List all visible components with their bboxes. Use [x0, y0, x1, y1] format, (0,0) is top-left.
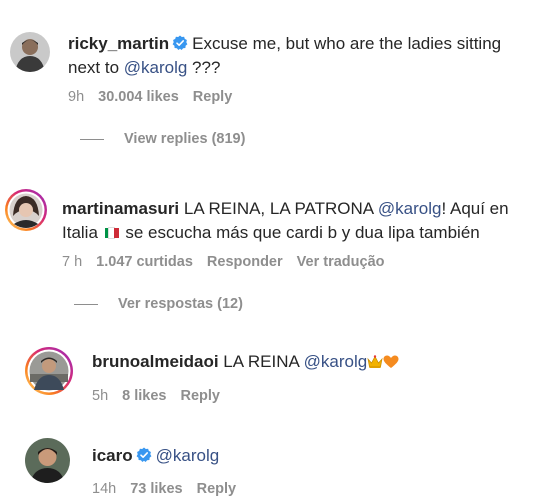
timestamp: 14h	[92, 481, 117, 497]
divider-line	[74, 303, 98, 305]
likes-count[interactable]: 30.004 likes	[98, 89, 179, 105]
comment-text: next to	[68, 58, 124, 77]
likes-count[interactable]: 73 likes	[130, 481, 182, 497]
italy-flag-icon	[104, 227, 119, 239]
avatar[interactable]	[25, 438, 70, 483]
comment-meta: 9h 30.004 likes Reply	[68, 88, 246, 106]
comment-text: Excuse me, but who are the ladies sittin…	[192, 34, 502, 53]
comment-text-line-1: martinamasuri LA REINA, LA PATRONA @karo…	[62, 197, 509, 220]
comment-text: se escucha más que cardi b y dua lipa ta…	[120, 223, 480, 242]
mention-link[interactable]: @karolg	[124, 58, 188, 77]
view-replies-label: View replies (819)	[124, 131, 246, 147]
comment-text-line-2: next to @karolg ???	[68, 56, 220, 79]
comment-text: Italia	[62, 223, 103, 242]
mention-link[interactable]: @karolg	[156, 446, 220, 465]
view-replies-label: Ver respostas (12)	[118, 296, 243, 312]
comment-ricky-martin: ricky_martin Excuse me, but who are the l…	[0, 0, 542, 165]
view-replies-button[interactable]: View replies (819)	[80, 130, 245, 148]
timestamp: 7 h	[62, 254, 83, 270]
comment-text-line-2: Italia se escucha más que cardi b y dua …	[62, 221, 480, 244]
comment-martinamasuri: martinamasuri LA REINA, LA PATRONA @karo…	[0, 165, 542, 335]
username[interactable]: ricky_martin	[68, 34, 169, 53]
avatar[interactable]	[4, 188, 48, 232]
reply-button[interactable]: Reply	[180, 388, 220, 404]
view-replies-button[interactable]: Ver respostas (12)	[74, 295, 243, 313]
verified-badge-icon	[136, 447, 152, 463]
verified-badge-icon	[172, 35, 188, 51]
comment-text: LA REINA, LA PATRONA	[179, 199, 378, 218]
comment-text: LA REINA	[218, 352, 304, 371]
username[interactable]: martinamasuri	[62, 199, 179, 218]
crown-emoji-icon	[367, 352, 383, 375]
timestamp: 5h	[92, 388, 109, 404]
mention-link[interactable]: @karolg	[304, 352, 368, 371]
divider-line	[80, 138, 104, 140]
username[interactable]: brunoalmeidaoi	[92, 352, 219, 371]
orange-heart-emoji-icon	[383, 352, 399, 375]
likes-count[interactable]: 8 likes	[122, 388, 166, 404]
avatar[interactable]	[24, 346, 74, 396]
comment-text-line-1: ricky_martin Excuse me, but who are the l…	[68, 32, 501, 55]
comment-text: ! Aquí en	[441, 199, 509, 218]
comment-meta: 5h 8 likes Reply	[92, 387, 234, 405]
comment-brunoalmeidaoi: brunoalmeidaoi LA REINA @karolg 5h 8 like…	[0, 328, 542, 418]
reply-button[interactable]: Responder	[207, 254, 283, 270]
mention-link[interactable]: @karolg	[378, 199, 442, 218]
likes-count[interactable]: 1.047 curtidas	[96, 254, 193, 270]
comment-text-line-1: icaro @karolg	[92, 444, 219, 467]
timestamp: 9h	[68, 89, 85, 105]
comment-text-line-1: brunoalmeidaoi LA REINA @karolg	[92, 350, 399, 375]
comment-meta: 14h 73 likes Reply	[92, 480, 250, 498]
reply-button[interactable]: Reply	[197, 481, 237, 497]
comment-meta: 7 h 1.047 curtidas Responder Ver tradução	[62, 253, 399, 271]
reply-button[interactable]: Reply	[193, 89, 233, 105]
username[interactable]: icaro	[92, 446, 133, 465]
comment-icaro: icaro @karolg 14h 73 likes Reply	[0, 418, 542, 499]
avatar[interactable]	[10, 32, 50, 72]
comment-text: ???	[187, 58, 221, 77]
translate-button[interactable]: Ver tradução	[297, 254, 385, 270]
